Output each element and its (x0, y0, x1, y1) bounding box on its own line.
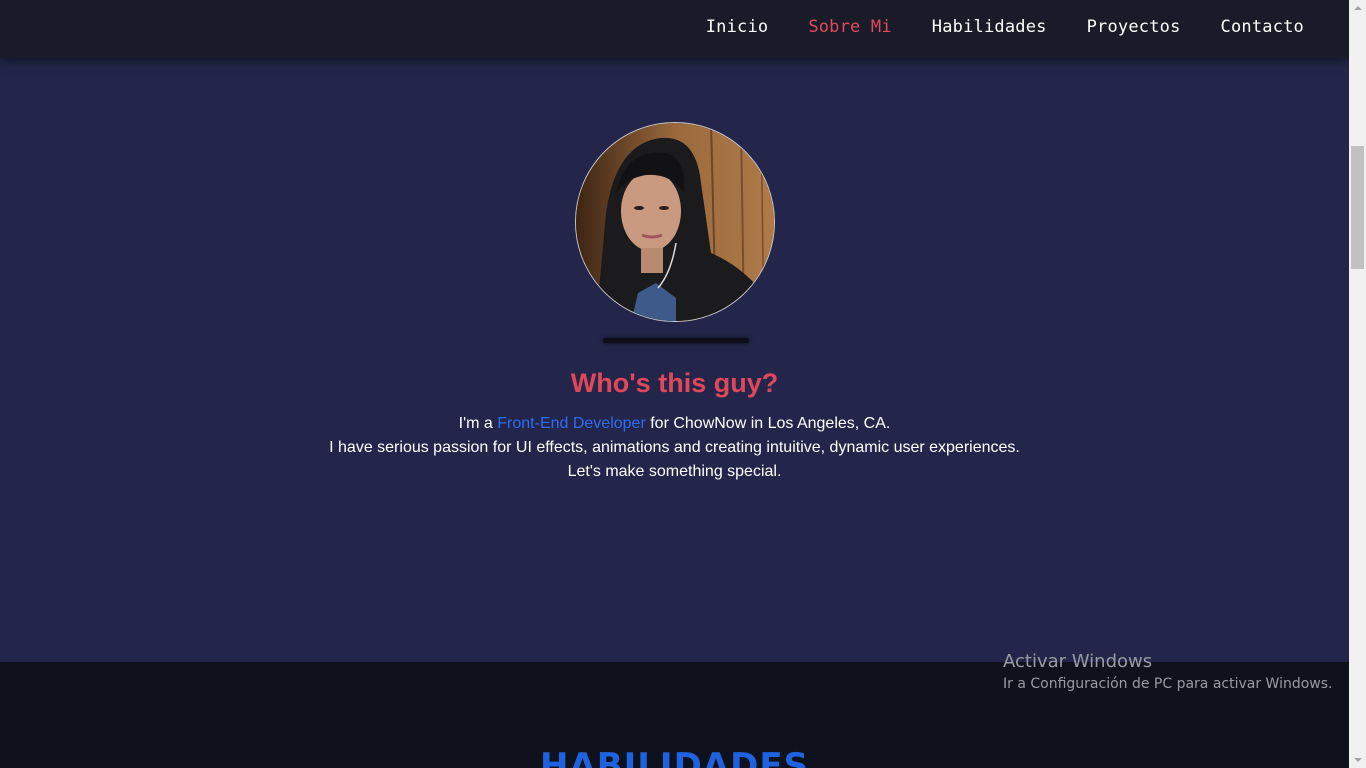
about-line-1: I'm a Front-End Developer for ChowNow in… (0, 412, 1349, 436)
about-line-2: I have serious passion for UI effects, a… (329, 439, 1020, 456)
scroll-up-arrow-icon[interactable] (1349, 0, 1366, 17)
nav-menu: Inicio Sobre Mi Habilidades Proyectos Co… (706, 17, 1304, 37)
about-section: Who's this guy? I'm a Front-End Develope… (0, 58, 1349, 662)
nav-link-contacto[interactable]: Contacto (1221, 17, 1304, 37)
vertical-scrollbar[interactable] (1349, 0, 1366, 768)
nav-link-inicio[interactable]: Inicio (706, 17, 769, 37)
about-description: I'm a Front-End Developer for ChowNow in… (0, 412, 1349, 484)
about-line-1-prefix: I'm a (458, 415, 498, 432)
about-title: Who's this guy? (570, 368, 779, 398)
nav-link-sobre-mi[interactable]: Sobre Mi (808, 17, 891, 37)
windows-activation-watermark: Activar Windows Ir a Configuración de PC… (1003, 650, 1333, 694)
scrollbar-thumb[interactable] (1351, 146, 1364, 269)
watermark-subtitle: Ir a Configuración de PC para activar Wi… (1003, 676, 1333, 692)
role-highlight: Front-End Developer (497, 415, 646, 432)
top-navbar: Inicio Sobre Mi Habilidades Proyectos Co… (0, 0, 1349, 58)
skills-title: HABILIDADES (539, 746, 810, 768)
nav-link-proyectos[interactable]: Proyectos (1087, 17, 1181, 37)
profile-avatar (575, 122, 775, 322)
about-line-1-suffix: for ChowNow in Los Angeles, CA. (645, 415, 891, 432)
profile-photo (576, 123, 774, 321)
avatar-shadow (603, 338, 749, 343)
scroll-down-arrow-icon[interactable] (1349, 751, 1366, 768)
nav-link-habilidades[interactable]: Habilidades (932, 17, 1047, 37)
about-line-3: Let's make something special. (567, 463, 782, 480)
watermark-title: Activar Windows (1003, 651, 1153, 672)
